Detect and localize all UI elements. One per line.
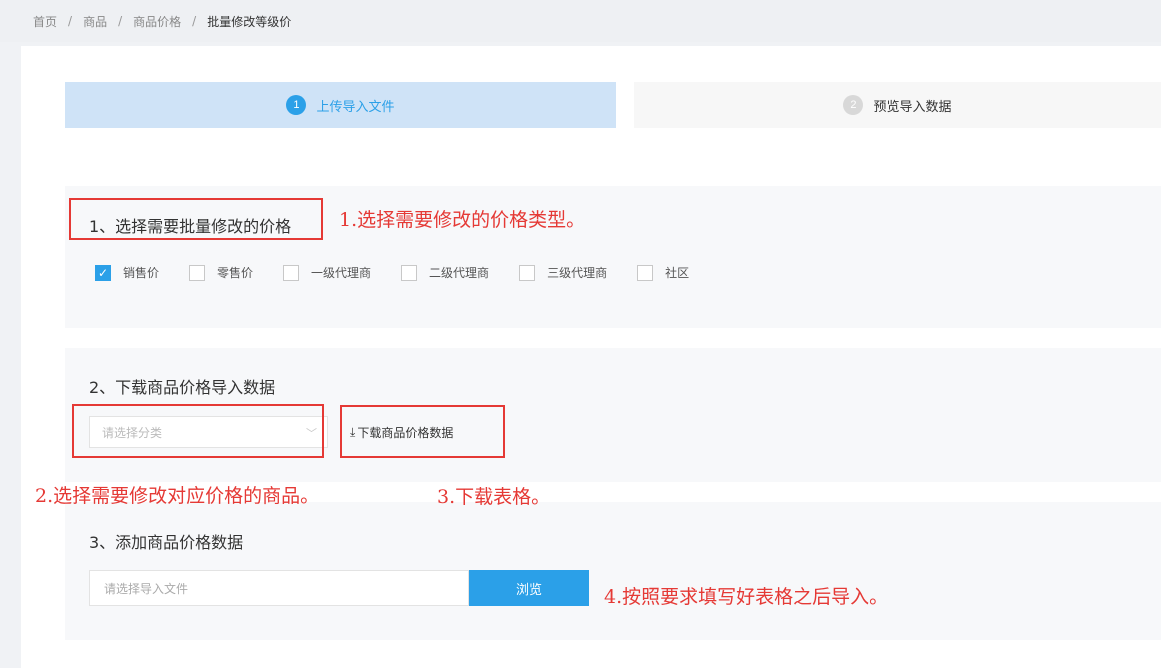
browse-button[interactable]: 浏览 (469, 570, 589, 606)
checkbox-label: 零售价 (217, 266, 254, 280)
checkbox-level3-agent[interactable]: 三级代理商 (519, 264, 607, 281)
checkbox-level1-agent[interactable]: 一级代理商 (283, 264, 371, 281)
breadcrumb-goods[interactable]: 商品 (83, 13, 107, 30)
select-placeholder: 请选择分类 (102, 425, 163, 440)
breadcrumb: 首页 / 商品 / 商品价格 / 批量修改等级价 (0, 0, 1161, 42)
step-upload[interactable]: 1 上传导入文件 (65, 82, 616, 128)
upload-section: 3、添加商品价格数据 请选择导入文件 浏览 (65, 502, 1161, 640)
checkbox-box[interactable] (401, 264, 418, 281)
checkbox-level2-agent[interactable]: 二级代理商 (401, 264, 489, 281)
section-title: 2、下载商品价格导入数据 (89, 378, 276, 397)
download-price-data-button[interactable]: ⤓ 下载商品价格数据 (350, 420, 453, 444)
breadcrumb-goods-price[interactable]: 商品价格 (133, 13, 181, 30)
file-placeholder: 请选择导入文件 (104, 581, 189, 596)
step-number: 2 (843, 95, 864, 115)
annotation-note-1: 1.选择需要修改的价格类型。 (339, 209, 586, 231)
download-icon: ⤓ (350, 424, 356, 439)
step-label: 预览导入数据 (873, 99, 952, 115)
breadcrumb-home[interactable]: 首页 (33, 13, 57, 30)
checkbox-label: 三级代理商 (547, 266, 608, 280)
annotation-note-4: 4.按照要求填写好表格之后导入。 (604, 586, 889, 608)
step-preview[interactable]: 2 预览导入数据 (634, 82, 1161, 128)
price-type-checkbox-group: ✓ 销售价 零售价 一级代理商 二级代理商 三级代理商 社区 (95, 264, 719, 281)
download-label: 下载商品价格数据 (357, 425, 454, 440)
section-title: 3、添加商品价格数据 (89, 533, 244, 552)
chevron-down-icon: ﹀ (306, 427, 317, 440)
checkbox-box[interactable] (189, 264, 206, 281)
check-icon[interactable]: ✓ (95, 264, 111, 281)
checkbox-retail-price[interactable]: 零售价 (189, 264, 253, 281)
checkbox-community[interactable]: 社区 (637, 264, 689, 281)
breadcrumb-separator: / (68, 14, 73, 28)
breadcrumb-separator: / (118, 14, 123, 28)
annotation-note-2: 2.选择需要修改对应价格的商品。 (35, 485, 320, 507)
checkbox-box[interactable] (637, 264, 654, 281)
checkbox-label: 销售价 (123, 266, 160, 280)
section-title: 1、选择需要批量修改的价格 (89, 217, 292, 236)
checkbox-label: 社区 (665, 266, 690, 280)
step-label: 上传导入文件 (316, 99, 395, 115)
file-input[interactable]: 请选择导入文件 (89, 570, 469, 606)
price-type-section: 1、选择需要批量修改的价格 ✓ 销售价 零售价 一级代理商 二级代理商 三级代理… (65, 186, 1161, 328)
checkbox-label: 一级代理商 (311, 266, 372, 280)
download-section: 2、下载商品价格导入数据 请选择分类 ﹀ ⤓ 下载商品价格数据 (65, 348, 1161, 482)
category-select[interactable]: 请选择分类 ﹀ (89, 416, 328, 448)
breadcrumb-separator: / (192, 14, 197, 28)
step-number: 1 (286, 95, 307, 115)
checkbox-sale-price[interactable]: ✓ 销售价 (95, 264, 159, 281)
checkbox-box[interactable] (519, 264, 536, 281)
breadcrumb-current: 批量修改等级价 (207, 14, 292, 29)
checkbox-box[interactable] (283, 264, 300, 281)
checkbox-label: 二级代理商 (429, 266, 490, 280)
annotation-note-3: 3.下载表格。 (437, 486, 551, 508)
page: 首页 / 商品 / 商品价格 / 批量修改等级价 1 上传导入文件 2 预览导入… (0, 0, 1161, 668)
